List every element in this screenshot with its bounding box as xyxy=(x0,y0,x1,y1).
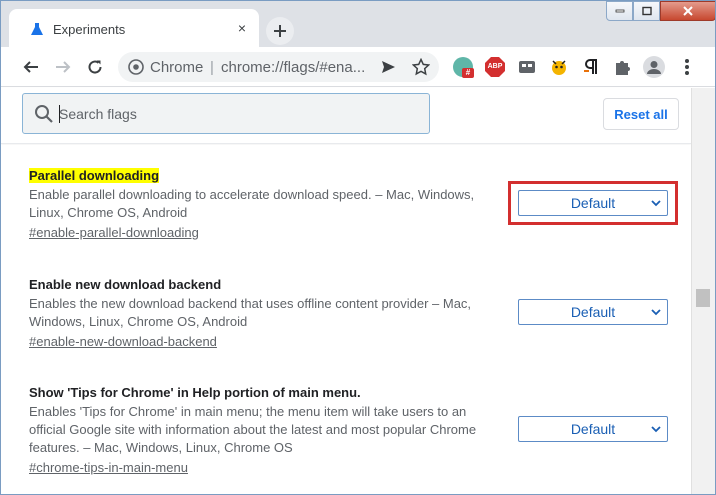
flag-title: Parallel downloading xyxy=(29,168,160,183)
reload-button[interactable] xyxy=(83,55,107,79)
flag-select[interactable]: Default xyxy=(518,190,668,216)
extension-grid-icon[interactable] xyxy=(517,57,537,77)
tab-strip: Experiments × xyxy=(1,1,715,47)
extension-badge: # xyxy=(462,68,474,78)
flag-item: Show 'Tips for Chrome' in Help portion o… xyxy=(29,384,679,484)
site-label: Chrome xyxy=(150,59,204,76)
flags-header: Reset all xyxy=(1,88,691,144)
url-text[interactable]: chrome://flags/#ena... xyxy=(221,59,365,76)
browser-toolbar: Chrome | chrome://flags/#ena... # ABP xyxy=(1,47,715,87)
flags-page: Reset all Parallel downloading Enable pa… xyxy=(1,88,715,494)
flask-icon xyxy=(30,22,44,36)
chevron-down-icon xyxy=(651,309,661,316)
send-tab-icon[interactable] xyxy=(380,59,396,75)
maximize-icon xyxy=(641,6,652,16)
flag-link[interactable]: #enable-new-download-backend xyxy=(29,334,217,349)
pilcrow-extension-icon[interactable] xyxy=(581,57,601,77)
address-bar[interactable]: Chrome | chrome://flags/#ena... xyxy=(118,52,439,82)
scrollbar-thumb[interactable] xyxy=(696,289,710,307)
flag-link[interactable]: #chrome-tips-in-main-menu xyxy=(29,460,188,475)
search-box[interactable] xyxy=(22,93,430,134)
search-icon xyxy=(34,104,54,124)
arrow-right-icon xyxy=(56,61,71,73)
close-window-button[interactable] xyxy=(660,1,715,21)
text-caret xyxy=(59,105,60,123)
new-tab-button[interactable] xyxy=(266,17,294,45)
flag-select-value: Default xyxy=(570,195,616,211)
arrow-left-icon xyxy=(23,61,38,73)
flag-description: Enables the new download backend that us… xyxy=(29,296,472,329)
minimize-button[interactable] xyxy=(606,1,633,21)
flag-title: Show 'Tips for Chrome' in Help portion o… xyxy=(29,385,361,400)
flags-list: Parallel downloading Enable parallel dow… xyxy=(1,145,691,494)
flag-title: Enable new download backend xyxy=(29,277,222,292)
back-button[interactable] xyxy=(19,55,43,79)
flag-select-value: Default xyxy=(570,304,616,320)
url-separator: | xyxy=(210,59,214,76)
minimize-icon xyxy=(615,9,624,13)
flag-item: Parallel downloading Enable parallel dow… xyxy=(29,167,679,247)
reset-all-button[interactable]: Reset all xyxy=(603,98,679,130)
flag-item: Enable new download backend Enables the … xyxy=(29,276,679,356)
flag-select-value: Default xyxy=(570,421,616,437)
flag-select[interactable]: Default xyxy=(518,416,668,442)
scrollbar[interactable] xyxy=(691,88,715,494)
tab-experiments[interactable]: Experiments × xyxy=(9,9,259,47)
flag-description: Enable parallel downloading to accelerat… xyxy=(29,187,475,220)
chrome-icon xyxy=(128,59,144,75)
reload-icon xyxy=(88,60,102,74)
flag-select[interactable]: Default xyxy=(518,299,668,325)
close-icon xyxy=(683,6,693,16)
maximize-button[interactable] xyxy=(633,1,660,21)
browser-window: Experiments × Chrome | chrome://flags/#e… xyxy=(0,0,716,495)
extensions-puzzle-icon[interactable] xyxy=(613,57,633,77)
tab-title: Experiments xyxy=(53,22,126,37)
chevron-down-icon xyxy=(651,426,661,433)
flag-link[interactable]: #enable-parallel-downloading xyxy=(29,225,199,240)
adblock-plus-icon[interactable]: ABP xyxy=(485,57,505,77)
search-input[interactable] xyxy=(57,94,417,133)
bookmark-star-icon[interactable] xyxy=(411,57,431,76)
window-controls xyxy=(606,1,715,21)
extension-tiger-icon[interactable] xyxy=(549,57,569,77)
plus-icon xyxy=(274,25,286,37)
extension-green-icon[interactable]: # xyxy=(453,57,474,78)
more-menu-icon[interactable] xyxy=(677,56,697,78)
flag-description: Enables 'Tips for Chrome' in main menu; … xyxy=(29,404,477,455)
tab-close-icon[interactable]: × xyxy=(234,20,250,36)
profile-avatar-icon[interactable] xyxy=(643,56,665,78)
chevron-down-icon xyxy=(651,200,661,207)
forward-button[interactable] xyxy=(51,55,75,79)
